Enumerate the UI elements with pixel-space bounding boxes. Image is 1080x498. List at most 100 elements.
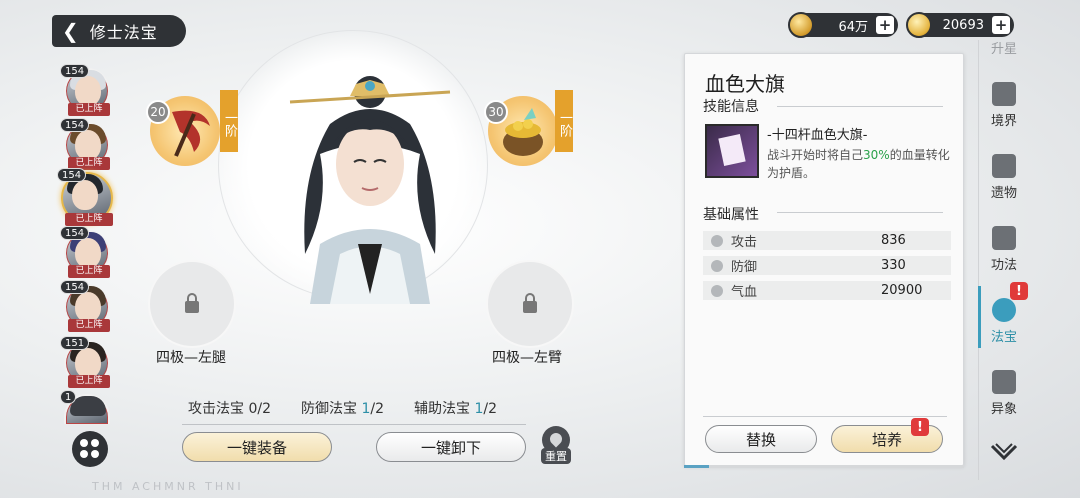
relic-icon — [992, 154, 1016, 178]
skill-description: 战斗开始时将自己30%的血量转化为护盾。 — [767, 148, 950, 180]
roster-avatar[interactable]: 154 已上阵 — [60, 64, 110, 116]
grid-icon — [80, 439, 100, 459]
nav-active-indicator — [978, 286, 981, 348]
roster-avatar[interactable]: 154 已上阵 — [60, 118, 110, 170]
nav-item-realm[interactable]: 境界 — [982, 82, 1026, 129]
back-button[interactable]: ❮ 修士法宝 — [52, 15, 186, 47]
roster-avatar[interactable]: 1 — [60, 390, 110, 424]
avatar-level: 1 — [60, 390, 77, 404]
deployed-tag: 已上阵 — [68, 103, 110, 116]
reset-button[interactable]: 重置 — [541, 426, 571, 464]
deployed-tag: 已上阵 — [68, 265, 110, 278]
stat-row-defense: 防御 330 — [703, 256, 951, 275]
heart-icon — [711, 284, 723, 297]
copper-currency: 64万 + — [788, 12, 898, 38]
roster-avatar[interactable]: 154 已上阵 — [60, 280, 110, 332]
deployed-tag: 已上阵 — [65, 213, 113, 226]
section-divider — [703, 416, 947, 417]
stat-value: 836 — [881, 233, 906, 248]
attack-counter: 攻击法宝 0/2 — [188, 401, 271, 417]
treasure-slot-left[interactable]: 20 — [146, 96, 220, 166]
nav-item-relic[interactable]: 遗物 — [982, 154, 1026, 201]
gold-ingot-icon — [906, 12, 932, 38]
add-gold-button[interactable]: + — [992, 16, 1010, 34]
panel-scroll-fill — [684, 465, 710, 468]
nav-item-partial[interactable]: 升星 — [982, 38, 1026, 54]
lock-icon — [523, 293, 537, 313]
avatar-level: 154 — [60, 118, 90, 132]
stat-name: 防御 — [731, 260, 758, 275]
treasure-name: 血色大旗 — [705, 72, 785, 96]
avatar-level: 154 — [60, 280, 90, 294]
locked-slot-left-arm[interactable] — [486, 260, 574, 348]
nav-item-technique[interactable]: 功法 — [982, 226, 1026, 273]
gold-value: 20693 — [942, 17, 984, 33]
attr-section-title: 基础属性 — [703, 207, 759, 223]
nav-label: 功法 — [990, 258, 1017, 273]
stat-name: 攻击 — [731, 235, 758, 250]
copper-coin-icon — [788, 12, 814, 38]
replace-button[interactable]: 替换 — [705, 425, 817, 453]
support-counter: 辅助法宝 1/2 — [413, 401, 497, 417]
roster-avatar[interactable]: 151 已上阵 — [60, 336, 110, 388]
skill-section-title: 技能信息 — [703, 99, 759, 115]
equip-all-button[interactable]: 一键装备 — [182, 432, 332, 462]
nav-label: 法宝 — [990, 330, 1017, 345]
reset-label: 重置 — [541, 448, 571, 464]
vision-icon — [992, 370, 1016, 394]
lock-icon — [185, 293, 199, 313]
add-copper-button[interactable]: + — [876, 16, 894, 34]
roster-avatar[interactable]: 154 已上阵 — [60, 226, 110, 278]
avatar-level: 151 — [60, 336, 90, 350]
alert-icon: ! — [911, 418, 929, 436]
panel-scroll-progress — [684, 465, 964, 468]
treasure-slot-right[interactable]: 30 — [484, 96, 558, 166]
deployed-tag: 已上阵 — [68, 319, 110, 332]
shield-icon — [711, 259, 723, 272]
locked-slot-left-leg[interactable] — [148, 260, 236, 348]
footer-decoration-text: THM ACHMNR THNI — [92, 480, 244, 493]
copper-value: 64万 — [838, 19, 868, 35]
grade-badge-left: 一阶 — [220, 90, 238, 152]
gold-currency: 20693 + — [906, 12, 1014, 38]
treasure-level: 30 — [484, 100, 508, 124]
section-divider — [777, 106, 943, 107]
avatar-level: 154 — [60, 64, 90, 78]
flame-icon — [992, 82, 1016, 106]
defense-counter: 防御法宝 1/2 — [300, 401, 384, 417]
stat-value: 20900 — [881, 283, 923, 298]
grade-badge-right: 一阶 — [555, 90, 573, 152]
roster-menu-button[interactable] — [72, 431, 108, 467]
skill-icon — [705, 124, 759, 178]
nav-divider — [978, 40, 979, 480]
hero-portrait — [289, 76, 451, 304]
locked-slot-label: 四极—左臂 — [492, 350, 562, 366]
nav-item-treasure[interactable]: 法宝 — [982, 298, 1026, 345]
stat-name: 气血 — [731, 285, 758, 300]
page-title: 修士法宝 — [89, 23, 158, 42]
avatar-level: 154 — [60, 226, 90, 240]
stat-row-hp: 气血 20900 — [703, 281, 951, 300]
lotus-icon — [992, 226, 1016, 250]
stat-value: 330 — [881, 258, 906, 273]
nav-label: 遗物 — [990, 186, 1017, 201]
treasure-level: 20 — [146, 100, 170, 124]
sword-icon — [711, 234, 723, 247]
section-divider — [777, 212, 943, 213]
nav-label: 升星 — [990, 42, 1017, 54]
treasure-counters: 攻击法宝 0/2 防御法宝 1/2 辅助法宝 1/2 — [188, 398, 497, 418]
deployed-tag: 已上阵 — [68, 375, 110, 388]
nav-label: 境界 — [990, 114, 1017, 129]
nav-item-vision[interactable]: 异象 — [982, 370, 1026, 417]
avatar-level: 154 — [57, 168, 87, 182]
treasure-icon — [992, 298, 1016, 322]
divider — [182, 424, 526, 425]
unequip-all-button[interactable]: 一键卸下 — [376, 432, 526, 462]
treasure-detail-panel: 血色大旗 技能信息 -十四杆血色大旗- 战斗开始时将自己30%的血量转化为护盾。… — [684, 53, 964, 466]
stat-row-attack: 攻击 836 — [703, 231, 951, 250]
roster-avatar-selected[interactable]: 154 已上阵 — [57, 168, 113, 226]
skill-name: -十四杆血色大旗- — [767, 128, 868, 143]
chevron-left-icon: ❮ — [62, 19, 80, 43]
nav-label: 异象 — [990, 402, 1017, 417]
chevron-down-icon[interactable] — [990, 442, 1018, 462]
